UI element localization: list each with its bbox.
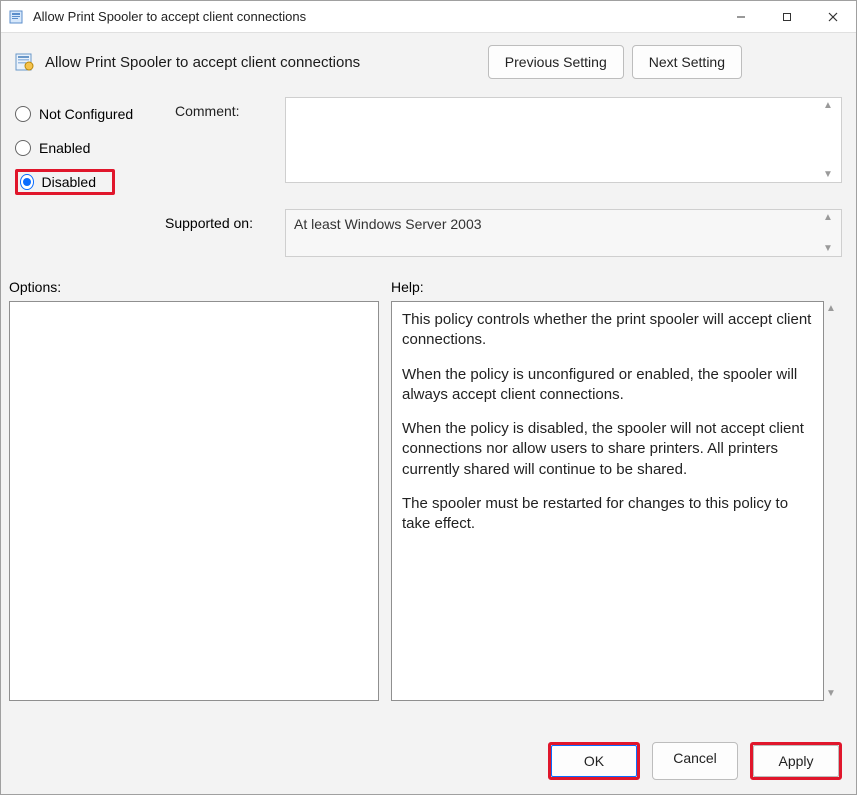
arrow-down-icon: ▼ [826, 688, 842, 699]
radio-label: Enabled [39, 140, 90, 156]
policy-title: Allow Print Spooler to accept client con… [45, 54, 488, 71]
cancel-button[interactable]: Cancel [652, 742, 738, 780]
apply-highlight: Apply [750, 742, 842, 780]
supported-field-col: At least Windows Server 2003 ▲ ▼ [285, 209, 842, 257]
policy-icon [15, 52, 35, 72]
window-title: Allow Print Spooler to accept client con… [33, 9, 718, 24]
footer-buttons: OK Cancel Apply [1, 732, 856, 794]
supported-on-value: At least Windows Server 2003 [294, 216, 482, 232]
panels: This policy controls whether the print s… [1, 301, 856, 732]
arrow-up-icon: ▲ [823, 100, 839, 111]
previous-setting-button[interactable]: Previous Setting [488, 45, 624, 79]
nav-buttons: Previous Setting Next Setting [488, 45, 742, 79]
state-radio-group: Not Configured Enabled Disabled [15, 97, 165, 199]
options-panel [9, 301, 379, 701]
comment-textarea[interactable]: ▲ ▼ [285, 97, 842, 183]
help-paragraph: This policy controls whether the print s… [402, 310, 813, 351]
radio-disabled-row: Disabled [15, 165, 165, 199]
arrow-up-icon: ▲ [826, 303, 842, 314]
arrow-down-icon: ▼ [823, 169, 839, 180]
help-paragraph: The spooler must be restarted for change… [402, 494, 813, 535]
radio-label: Not Configured [39, 106, 133, 122]
help-panel[interactable]: This policy controls whether the print s… [391, 301, 824, 701]
radio-dot-icon [23, 178, 31, 186]
config-area: Not Configured Enabled Disabled Comment: [1, 87, 856, 203]
radio-enabled[interactable]: Enabled [15, 131, 165, 165]
policy-file-icon [9, 9, 25, 25]
maximize-button[interactable] [764, 1, 810, 33]
help-paragraph: When the policy is disabled, the spooler… [402, 419, 813, 480]
apply-button[interactable]: Apply [753, 745, 839, 777]
supported-scroll[interactable]: ▲ ▼ [823, 212, 839, 254]
header-row: Allow Print Spooler to accept client con… [1, 33, 856, 87]
comment-field-col: ▲ ▼ [285, 97, 842, 199]
arrow-down-icon: ▼ [823, 243, 839, 254]
minimize-button[interactable] [718, 1, 764, 33]
comment-label: Comment: [175, 97, 275, 199]
radio-circle-icon [15, 106, 31, 122]
policy-dialog-window: Allow Print Spooler to accept client con… [0, 0, 857, 795]
next-setting-button[interactable]: Next Setting [632, 45, 742, 79]
supported-row: Supported on: At least Windows Server 20… [1, 209, 856, 265]
help-label: Help: [391, 279, 424, 295]
help-panel-wrap: This policy controls whether the print s… [391, 301, 842, 726]
radio-label: Disabled [42, 174, 96, 190]
options-label: Options: [9, 279, 391, 295]
supported-on-label: Supported on: [15, 209, 275, 231]
ok-highlight: OK [548, 742, 640, 780]
titlebar: Allow Print Spooler to accept client con… [1, 1, 856, 33]
ok-button[interactable]: OK [551, 745, 637, 777]
radio-circle-icon [15, 140, 31, 156]
mid-labels: Options: Help: [1, 265, 856, 301]
comment-scroll[interactable]: ▲ ▼ [823, 100, 839, 180]
supported-on-field: At least Windows Server 2003 ▲ ▼ [285, 209, 842, 257]
help-paragraph: When the policy is unconfigured or enabl… [402, 365, 813, 406]
help-scrollbar[interactable]: ▲ ▼ [826, 301, 842, 701]
radio-circle-selected-icon [20, 174, 34, 190]
arrow-up-icon: ▲ [823, 212, 839, 223]
radio-disabled[interactable]: Disabled [15, 169, 115, 195]
close-button[interactable] [810, 1, 856, 33]
radio-not-configured[interactable]: Not Configured [15, 97, 165, 131]
window-controls [718, 1, 856, 33]
